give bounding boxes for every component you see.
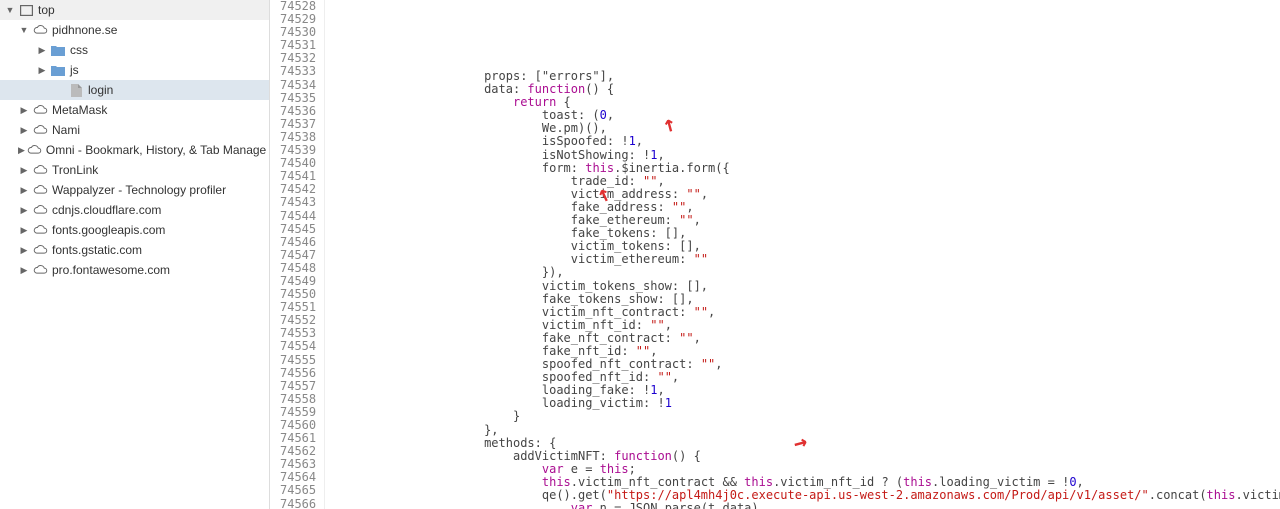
tree-item-label: TronLink (52, 163, 98, 177)
tree-item-tronlink[interactable]: ▶ TronLink (0, 160, 269, 180)
line-number: 74546 (280, 236, 316, 249)
line-number: 74548 (280, 262, 316, 275)
tree-item-metamask[interactable]: ▶ MetaMask (0, 100, 269, 120)
code-line[interactable]: isNotShowing: !1, (325, 149, 1280, 162)
chevron-down-icon[interactable]: ▼ (18, 24, 30, 36)
cloud-icon (32, 222, 48, 238)
line-number: 74545 (280, 223, 316, 236)
line-number: 74533 (280, 65, 316, 78)
chevron-right-icon[interactable]: ▶ (18, 144, 25, 156)
line-number: 74566 (280, 498, 316, 509)
tree-item-label: js (70, 63, 79, 77)
tree-item-nami[interactable]: ▶ Nami (0, 120, 269, 140)
tree-item-wappalyzer-technology-profiler[interactable]: ▶ Wappalyzer - Technology profiler (0, 180, 269, 200)
code-line[interactable]: isSpoofed: !1, (325, 135, 1280, 148)
line-gutter: 7452874529745307453174532745337453474535… (270, 0, 325, 509)
tree-item-fonts-googleapis-com[interactable]: ▶ fonts.googleapis.com (0, 220, 269, 240)
line-number: 74565 (280, 484, 316, 497)
code-line[interactable]: }), (325, 266, 1280, 279)
chevron-right-icon[interactable]: ▶ (18, 184, 30, 196)
tree-item-fonts-gstatic-com[interactable]: ▶ fonts.gstatic.com (0, 240, 269, 260)
code-line[interactable]: trade_id: "", (325, 175, 1280, 188)
line-number: 74557 (280, 380, 316, 393)
code-line[interactable]: victim_tokens_show: [], (325, 280, 1280, 293)
line-number: 74536 (280, 105, 316, 118)
cloud-icon (27, 142, 42, 158)
code-line[interactable]: fake_nft_contract: "", (325, 332, 1280, 345)
code-line[interactable]: addVictimNFT: function() { (325, 450, 1280, 463)
tree-item-pro-fontawesome-com[interactable]: ▶ pro.fontawesome.com (0, 260, 269, 280)
chevron-right-icon[interactable]: ▶ (18, 224, 30, 236)
line-number: 74534 (280, 79, 316, 92)
cloud-icon (32, 182, 48, 198)
line-number: 74544 (280, 210, 316, 223)
tree-item-label: Nami (52, 123, 80, 137)
tree-item-label: pro.fontawesome.com (52, 263, 170, 277)
tree-item-omni-bookmark-history-tab-manage[interactable]: ▶ Omni - Bookmark, History, & Tab Manage (0, 140, 269, 160)
tree-item-label: fonts.gstatic.com (52, 243, 142, 257)
folder-icon (50, 42, 66, 58)
tree-item-label: login (88, 83, 113, 97)
line-number: 74554 (280, 340, 316, 353)
code-content[interactable]: ↘ ↘ ↘ props: ["errors"], data: function(… (325, 0, 1280, 509)
code-line[interactable]: methods: { (325, 437, 1280, 450)
tree-item-label: Omni - Bookmark, History, & Tab Manage (46, 143, 266, 157)
chevron-right-icon[interactable]: ▶ (18, 264, 30, 276)
tree-item-css[interactable]: ▶ css (0, 40, 269, 60)
code-line[interactable]: victim_nft_id: "", (325, 319, 1280, 332)
devtools-window: ▼ top ▼ pidhnone.se ▶ css ▶ jslogin ▶ MetaMask ▶ Na… (0, 0, 1280, 509)
tree-item-js[interactable]: ▶ js (0, 60, 269, 80)
line-number: 74547 (280, 249, 316, 262)
chevron-right-icon[interactable]: ▶ (36, 64, 48, 76)
cloud-icon (32, 242, 48, 258)
file-icon (68, 82, 84, 98)
line-number: 74537 (280, 118, 316, 131)
code-line[interactable]: victim_address: "", (325, 188, 1280, 201)
tree-item-cdnjs-cloudflare-com[interactable]: ▶ cdnjs.cloudflare.com (0, 200, 269, 220)
frame-icon (18, 2, 34, 18)
cloud-icon (32, 122, 48, 138)
line-number: 74558 (280, 393, 316, 406)
cloud-icon (32, 102, 48, 118)
line-number: 74555 (280, 354, 316, 367)
tree-item-login[interactable]: login (0, 80, 269, 100)
tree-item-label: css (70, 43, 88, 57)
code-line[interactable]: var n = JSON.parse(t.data) (325, 502, 1280, 509)
code-line[interactable]: fake_tokens_show: [], (325, 293, 1280, 306)
tree-item-label: cdnjs.cloudflare.com (52, 203, 161, 217)
code-line[interactable]: victim_nft_contract: "", (325, 306, 1280, 319)
cloud-icon (32, 162, 48, 178)
line-number: 74556 (280, 367, 316, 380)
tree-item-label: pidhnone.se (52, 23, 117, 37)
tree-item-pidhnone-se[interactable]: ▼ pidhnone.se (0, 20, 269, 40)
code-line[interactable]: } (325, 410, 1280, 423)
cloud-icon (32, 202, 48, 218)
chevron-right-icon[interactable]: ▶ (18, 244, 30, 256)
code-line[interactable]: form: this.$inertia.form({ (325, 162, 1280, 175)
tree-item-label: fonts.googleapis.com (52, 223, 165, 237)
code-line[interactable]: var e = this; (325, 463, 1280, 476)
sources-sidebar[interactable]: ▼ top ▼ pidhnone.se ▶ css ▶ jslogin ▶ MetaMask ▶ Na… (0, 0, 270, 509)
chevron-right-icon[interactable]: ▶ (18, 164, 30, 176)
chevron-right-icon[interactable]: ▶ (18, 104, 30, 116)
cloud-icon (32, 262, 48, 278)
tree-item-label: Wappalyzer - Technology profiler (52, 183, 226, 197)
chevron-right-icon[interactable]: ▶ (18, 124, 30, 136)
tree-item-label: MetaMask (52, 103, 107, 117)
code-line[interactable]: }, (325, 424, 1280, 437)
cloud-icon (32, 22, 48, 38)
chevron-down-icon[interactable]: ▼ (4, 4, 16, 16)
code-editor[interactable]: 7452874529745307453174532745337453474535… (270, 0, 1280, 509)
line-number: 74543 (280, 196, 316, 209)
folder-icon (50, 62, 66, 78)
line-number: 74535 (280, 92, 316, 105)
chevron-right-icon[interactable]: ▶ (36, 44, 48, 56)
chevron-right-icon[interactable]: ▶ (18, 204, 30, 216)
tree-item-top[interactable]: ▼ top (0, 0, 269, 20)
tree-item-label: top (38, 3, 55, 17)
